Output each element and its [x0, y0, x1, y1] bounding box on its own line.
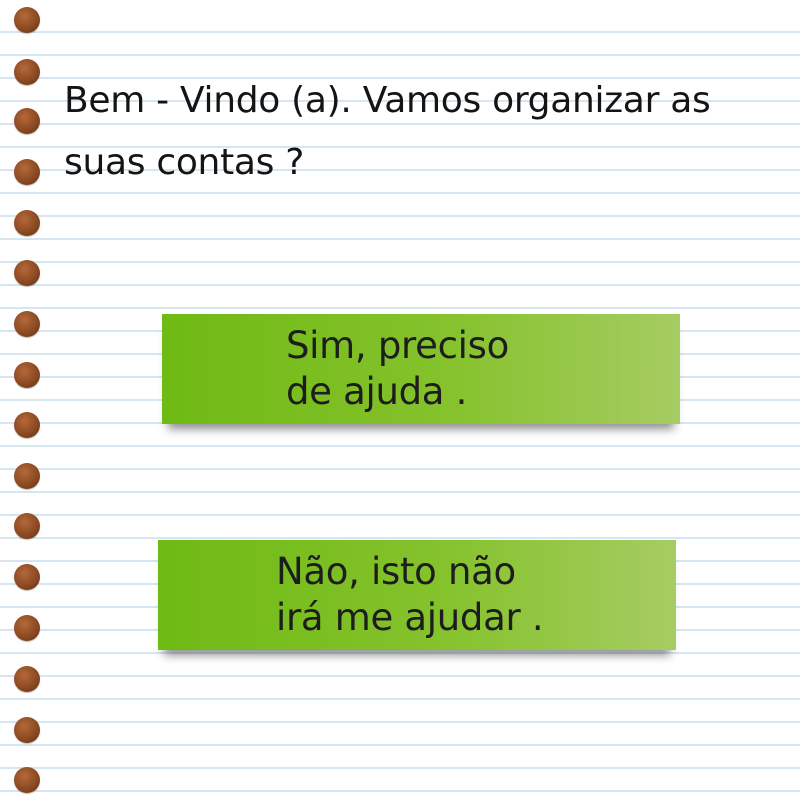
binder-hole: [14, 564, 40, 590]
binder-hole: [14, 412, 40, 438]
binder-holes: [0, 0, 60, 800]
binder-hole: [14, 362, 40, 388]
no-wont-help-button[interactable]: Não, isto não irá me ajudar .: [158, 540, 676, 650]
binder-hole: [14, 666, 40, 692]
yes-need-help-label: Sim, preciso de ajuda .: [286, 324, 509, 413]
binder-hole: [14, 159, 40, 185]
binder-hole: [14, 463, 40, 489]
binder-hole: [14, 108, 40, 134]
binder-hole: [14, 311, 40, 337]
binder-hole: [14, 260, 40, 286]
binder-hole: [14, 767, 40, 793]
binder-hole: [14, 717, 40, 743]
binder-hole: [14, 59, 40, 85]
binder-hole: [14, 615, 40, 641]
welcome-message: Bem - Vindo (a). Vamos organizar as suas…: [64, 80, 711, 183]
binder-hole: [14, 210, 40, 236]
binder-hole: [14, 7, 40, 33]
no-wont-help-label: Não, isto não irá me ajudar .: [276, 550, 544, 639]
yes-need-help-button[interactable]: Sim, preciso de ajuda .: [162, 314, 680, 424]
binder-hole: [14, 513, 40, 539]
